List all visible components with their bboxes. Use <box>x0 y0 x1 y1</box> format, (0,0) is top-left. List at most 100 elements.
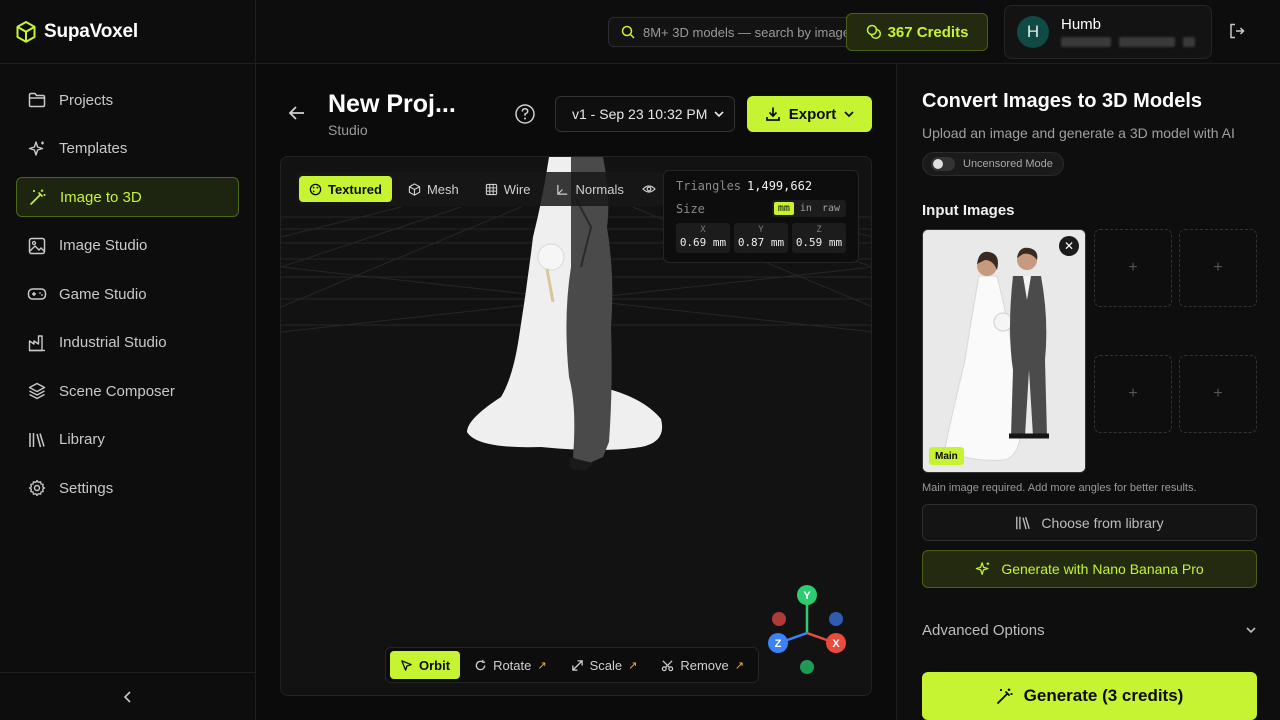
sidebar-item-label: Game Studio <box>59 285 147 303</box>
add-image-slot[interactable]: + <box>1179 229 1257 307</box>
scale-icon <box>571 659 584 672</box>
uncensored-mode-toggle[interactable]: Uncensored Mode <box>922 152 1064 176</box>
chevron-left-icon[interactable] <box>121 690 135 704</box>
back-arrow-icon[interactable] <box>286 102 310 126</box>
gizmo-z-label: Z <box>775 638 782 650</box>
sidebar-item-image-to-3d[interactable]: Image to 3D <box>16 177 239 217</box>
help-icon[interactable] <box>514 103 536 125</box>
render-mode-toolbar: Textured Mesh Wire Normals <box>297 172 664 206</box>
axes-icon <box>556 183 569 196</box>
user-menu[interactable]: H Humb <box>1004 5 1212 59</box>
remove-button[interactable]: Remove ↗ <box>651 651 754 679</box>
sidebar-item-game-studio[interactable]: Game Studio <box>16 274 239 314</box>
export-button[interactable]: Export <box>747 96 872 132</box>
project-title[interactable]: New Proj... <box>328 90 468 119</box>
coins-icon <box>866 24 882 40</box>
sidebar-item-label: Industrial Studio <box>59 334 167 351</box>
sidebar-item-image-studio[interactable]: Image Studio <box>16 226 239 266</box>
user-email-redacted <box>1061 37 1195 47</box>
mode-mesh-button[interactable]: Mesh <box>398 176 469 202</box>
generate-button[interactable]: Generate (3 credits) <box>922 672 1257 720</box>
mode-wire-button[interactable]: Wire <box>475 176 541 202</box>
external-arrow-icon: ↗ <box>734 659 744 672</box>
grid-icon <box>485 183 498 196</box>
mode-label: Mesh <box>426 181 459 197</box>
brand-name: SupaVoxel <box>44 21 138 42</box>
layers-icon <box>27 381 47 401</box>
toggle-switch[interactable] <box>931 157 955 171</box>
project-subtitle: Studio <box>328 122 368 138</box>
generation-panel: Convert Images to 3D Models Upload an im… <box>896 64 1280 720</box>
gizmo-x-label: X <box>832 638 840 650</box>
sparkles-icon <box>975 561 991 577</box>
chevron-down-icon <box>1245 624 1257 636</box>
unit-raw-button[interactable]: raw <box>818 202 844 215</box>
mode-label: Normals <box>575 181 624 197</box>
tool-label: Scale <box>589 657 623 673</box>
library-icon <box>1015 515 1031 531</box>
add-image-slot[interactable]: + <box>1094 229 1172 307</box>
mode-textured-button[interactable]: Textured <box>299 176 392 202</box>
sidebar-item-templates[interactable]: Templates <box>16 129 239 169</box>
dimension-value: 0.69 mm <box>679 236 727 249</box>
library-label: Choose from library <box>1041 514 1164 531</box>
sidebar-item-label: Projects <box>59 91 114 109</box>
nano-label: Generate with Nano Banana Pro <box>1001 561 1204 577</box>
plus-icon: + <box>1128 259 1138 276</box>
dimension-value: 0.59 mm <box>795 236 843 249</box>
gizmo-y-label: Y <box>803 590 811 602</box>
scale-button[interactable]: Scale ↗ <box>561 651 648 679</box>
choose-from-library-button[interactable]: Choose from library <box>922 504 1257 541</box>
sidebar-item-projects[interactable]: Projects <box>16 80 239 120</box>
sidebar-item-scene-composer[interactable]: Scene Composer <box>16 371 239 411</box>
logout-icon[interactable] <box>1228 22 1248 42</box>
generate-nano-banana-button[interactable]: Generate with Nano Banana Pro <box>922 550 1257 588</box>
input-images-label: Input Images <box>922 202 1015 219</box>
eye-icon[interactable] <box>640 182 660 196</box>
mode-normals-button[interactable]: Normals <box>546 176 633 202</box>
unit-mm-button[interactable]: mm <box>773 202 794 215</box>
gear-icon <box>27 478 47 498</box>
mode-label: Wire <box>503 181 531 197</box>
advanced-label: Advanced Options <box>922 621 1045 639</box>
size-label: Size <box>676 201 705 216</box>
dimension-y: Y 0.87 mm <box>734 223 788 253</box>
version-select[interactable]: v1 - Sep 23 10:32 PM <box>555 96 735 132</box>
palette-icon <box>309 183 322 196</box>
cursor-icon <box>400 659 413 672</box>
gamepad-icon <box>27 284 47 304</box>
triangles-value: 1,499,662 <box>747 179 813 193</box>
sparkles-icon <box>27 139 47 159</box>
sidebar-item-label: Templates <box>59 140 128 157</box>
remove-image-button[interactable]: ✕ <box>1059 236 1079 256</box>
credits-button[interactable]: 367 Credits <box>846 13 988 51</box>
sidebar-item-library[interactable]: Library <box>16 420 239 460</box>
wand-icon <box>28 187 48 207</box>
generate-label: Generate (3 credits) <box>1023 686 1184 705</box>
plus-icon: + <box>1213 385 1223 402</box>
model-viewer[interactable]: Textured Mesh Wire Normals Triangles 1,49… <box>280 156 872 696</box>
chevron-down-icon <box>844 109 854 119</box>
triangles-label: Triangles <box>676 179 742 193</box>
main-input-image[interactable]: ✕ Main <box>922 229 1086 473</box>
sidebar-item-industrial-studio[interactable]: Industrial Studio <box>16 323 239 363</box>
sidebar-item-settings[interactable]: Settings <box>16 468 239 508</box>
rotate-button[interactable]: Rotate ↗ <box>464 651 557 679</box>
unit-in-button[interactable]: in <box>796 202 816 215</box>
orbit-button[interactable]: Orbit <box>390 651 461 679</box>
version-value: v1 - Sep 23 10:32 PM <box>572 106 708 122</box>
brand[interactable]: SupaVoxel <box>16 20 138 44</box>
mode-label: Textured <box>328 181 382 197</box>
cube-icon <box>408 182 421 196</box>
tool-label: Rotate <box>493 657 532 673</box>
advanced-options-toggle[interactable]: Advanced Options <box>922 620 1257 640</box>
folder-icon <box>27 90 47 110</box>
sidebar: SupaVoxel Projects Templates Image to 3D… <box>0 0 256 720</box>
add-image-slot[interactable]: + <box>1094 355 1172 433</box>
search-icon <box>621 25 635 39</box>
axis-label: Y <box>758 225 764 235</box>
scissors-icon <box>661 659 674 672</box>
axis-gizmo[interactable]: Y X Z <box>767 585 853 681</box>
add-image-slot[interactable]: + <box>1179 355 1257 433</box>
factory-icon <box>27 333 47 353</box>
